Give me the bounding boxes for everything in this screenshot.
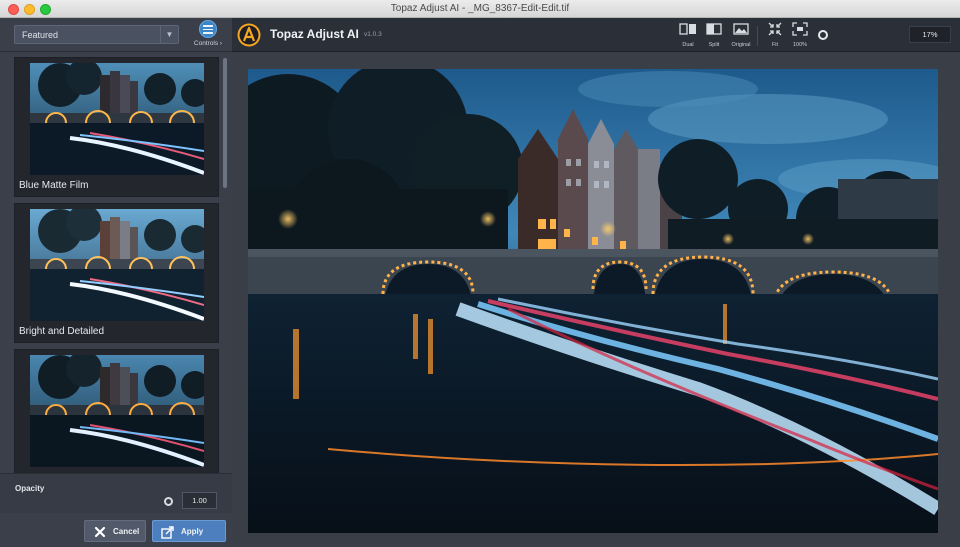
close-icon [94,526,106,538]
opacity-value-field[interactable]: 1.00 [182,492,217,509]
controls-button[interactable]: Controls › [188,19,228,51]
sidebar-header: Featured ▼ Controls › [0,18,232,52]
preset-item-bright-and-detailed[interactable]: Bright and Detailed [14,203,219,343]
preset-label: Blue Matte Film [19,180,89,191]
apply-label: Apply [181,527,204,536]
actual-size-icon [792,22,808,36]
cancel-label: Cancel [113,527,140,536]
original-label: Original [731,42,751,48]
split-label: Split [708,42,720,48]
toolbar-divider [757,26,758,46]
original-view-button[interactable]: Original [728,22,754,50]
window-titlebar: Topaz Adjust AI - _MG_8367-Edit-Edit.tif [0,0,960,18]
dual-label: Dual [682,42,694,48]
topaz-logo-icon [237,23,261,47]
controls-label: Controls › [193,40,223,47]
opacity-panel: Opacity 1.00 [0,473,232,513]
split-view-icon [706,23,722,35]
sliders-icon [199,20,217,38]
chevron-down-icon: ▼ [160,26,178,43]
opacity-label: Opacity [15,484,45,493]
preset-category-value: Featured [22,30,59,40]
app-name: Topaz Adjust AI [270,27,359,41]
app-version: v1.0.3 [364,31,382,38]
preset-item-blue-matte-film[interactable]: Blue Matte Film [14,57,219,197]
dual-view-button[interactable]: Dual [675,22,701,50]
image-canvas [232,52,960,547]
preset-list-scrollbar[interactable] [223,58,227,188]
original-view-icon [733,23,749,35]
preset-list: Blue Matte Film Bright and Detailed [0,53,232,489]
dual-view-icon [679,23,696,35]
preset-thumbnail [30,63,204,175]
zoom-level[interactable]: 17% [909,26,951,43]
preset-thumbnail [30,355,204,467]
opacity-slider-handle[interactable] [164,497,173,506]
sidebar: Featured ▼ Controls › Blue Matte Film Br… [0,18,232,547]
preset-label: Bright and Detailed [19,326,105,337]
fit-icon [768,22,782,36]
preset-thumbnail [30,209,204,321]
actual-size-button[interactable]: 100% [787,22,813,50]
preset-item[interactable] [14,349,219,489]
top-toolbar: Topaz Adjust AI v1.0.3 Dual Split Origin… [232,18,960,52]
preset-category-select[interactable]: Featured ▼ [14,25,179,44]
fit-button[interactable]: Fit [762,22,788,50]
apply-button[interactable]: Apply [152,520,226,542]
loading-indicator-icon [818,30,828,40]
fit-label: Fit [771,42,779,48]
preview-image[interactable] [248,69,938,533]
apply-icon [161,526,174,539]
actual-size-label: 100% [792,42,808,48]
split-view-button[interactable]: Split [701,22,727,50]
cancel-button[interactable]: Cancel [84,520,146,542]
window-title: Topaz Adjust AI - _MG_8367-Edit-Edit.tif [390,3,570,14]
